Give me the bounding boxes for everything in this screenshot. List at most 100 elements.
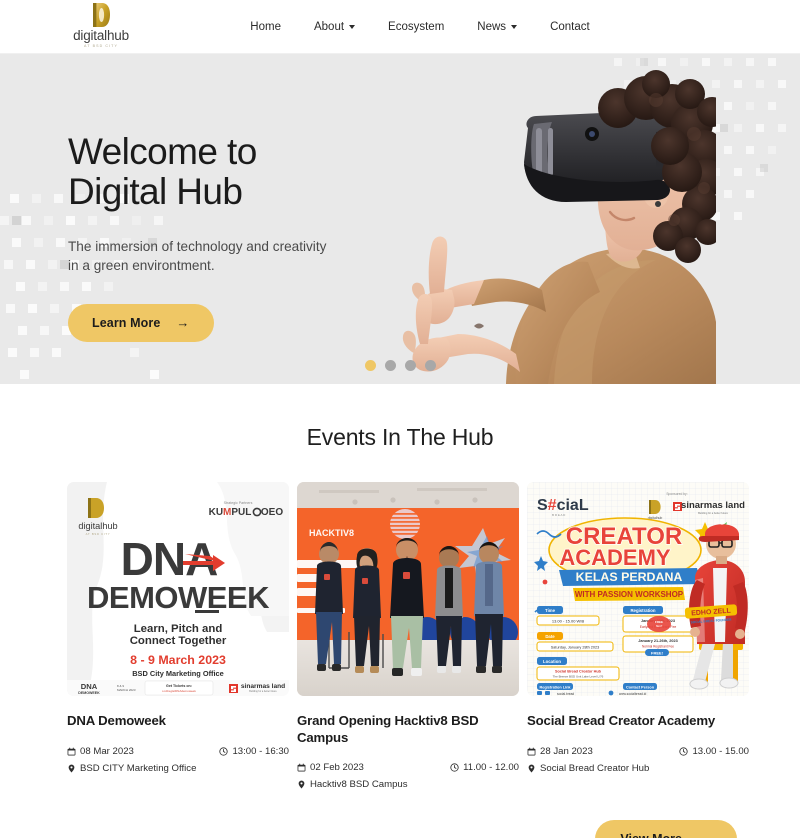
svg-text:Social Bread Creator Hub: Social Bread Creator Hub bbox=[555, 670, 602, 674]
svg-text:DNA: DNA bbox=[81, 682, 98, 691]
dna-demoweek-poster-graphic: digitalhub AT BSD CITY Strategic Partner… bbox=[67, 482, 289, 696]
nav-item-news[interactable]: News bbox=[477, 20, 518, 33]
events-section: Events In The Hub digitalhub AT BSD CITY bbox=[0, 384, 800, 838]
hero-banner: Welcome to Digital Hub The immersion of … bbox=[0, 54, 800, 384]
event-title: Social Bread Creator Academy bbox=[527, 713, 716, 728]
carousel-dot-1[interactable] bbox=[364, 360, 376, 371]
arrow-right-icon: → bbox=[699, 833, 712, 838]
svg-text:social.bread: social.bread bbox=[557, 692, 574, 696]
map-pin-icon bbox=[68, 764, 75, 772]
event-poster[interactable]: S#ciaL B R E A D Sponsored by: digitalhu… bbox=[527, 482, 749, 696]
svg-text:The Breeze BSD Unit Lake Level: The Breeze BSD Unit Lake Level L/76 bbox=[553, 675, 604, 679]
svg-text:Contact Person: Contact Person bbox=[626, 685, 655, 689]
event-location-text: Hacktiv8 BSD Campus bbox=[310, 779, 408, 790]
svg-text:KUMPUL: KUMPUL bbox=[209, 507, 252, 518]
event-date: 28 Jan 2023 bbox=[527, 746, 593, 757]
chevron-down-icon bbox=[349, 24, 356, 29]
event-location: Social Bread Creator Hub bbox=[527, 763, 649, 774]
event-title: Grand Opening Hacktiv8 BSD Campus bbox=[297, 713, 479, 745]
clock-icon bbox=[219, 746, 229, 756]
svg-text:Date: Date bbox=[545, 634, 555, 639]
svg-text:OEO: OEO bbox=[261, 507, 283, 518]
svg-text:sinarmas land: sinarmas land bbox=[681, 500, 745, 511]
svg-text:Time: Time bbox=[545, 608, 556, 613]
carousel-dots bbox=[0, 360, 800, 371]
svg-text:Get Tickets on:: Get Tickets on: bbox=[166, 684, 192, 688]
nav-item-contact[interactable]: Contact bbox=[550, 21, 590, 33]
site-header: digitalhub AT BSD CITY Home About Ecosys… bbox=[0, 0, 800, 54]
hacktiv8-group-photo-graphic: HACKTIV8 bbox=[297, 482, 519, 696]
svg-text:Connect Together: Connect Together bbox=[130, 635, 227, 647]
svg-text:Saturday, January 28th 2023: Saturday, January 28th 2023 bbox=[551, 645, 599, 649]
event-meta: 28 Jan 2023 13.00 - 15.00 bbox=[527, 746, 749, 757]
svg-text:Normal Registrant Fee: Normal Registrant Fee bbox=[642, 644, 674, 648]
event-meta: 08 Mar 2023 13:00 - 16:30 bbox=[67, 746, 289, 757]
svg-text:HACKTIV8: HACKTIV8 bbox=[309, 528, 354, 538]
nav-label: Home bbox=[250, 20, 281, 33]
svg-text:MARCH 2023: MARCH 2023 bbox=[117, 688, 136, 692]
hero-title: Welcome to Digital Hub bbox=[68, 132, 398, 211]
hero-subtitle: The immersion of technology and creativi… bbox=[68, 239, 327, 274]
carousel-dot-4[interactable] bbox=[424, 360, 436, 371]
hero-title-line-1: Welcome to bbox=[68, 131, 257, 172]
svg-text:B R E A D: B R E A D bbox=[552, 513, 566, 517]
svg-text:Building for a better future: Building for a better future bbox=[698, 511, 728, 515]
chevron-down-icon bbox=[511, 24, 518, 29]
svg-text:13.00 - 15.00 WIB: 13.00 - 15.00 WIB bbox=[552, 618, 585, 623]
svg-text:S#ciaL: S#ciaL bbox=[537, 497, 589, 514]
main-navigation: Home About Ecosystem News Contact bbox=[210, 21, 589, 33]
nav-item-home[interactable]: Home bbox=[250, 21, 281, 33]
nav-item-about[interactable]: About bbox=[314, 21, 356, 33]
event-title: DNA Demoweek bbox=[67, 713, 166, 728]
svg-text:sinarmas land: sinarmas land bbox=[241, 683, 285, 690]
calendar-icon bbox=[527, 747, 536, 755]
view-more-button[interactable]: View More → bbox=[595, 820, 737, 838]
event-poster[interactable]: digitalhub AT BSD CITY Strategic Partner… bbox=[67, 482, 289, 696]
clock-icon bbox=[450, 763, 459, 772]
nav-label: News bbox=[477, 20, 507, 33]
map-pin-icon bbox=[528, 764, 535, 772]
creator-academy-poster-graphic: S#ciaL B R E A D Sponsored by: digitalhu… bbox=[527, 482, 749, 696]
carousel-dot-2[interactable] bbox=[384, 360, 396, 371]
event-time-text: 13.00 - 15.00 bbox=[692, 745, 749, 757]
svg-text:BSD City Marketing Office: BSD City Marketing Office bbox=[132, 669, 224, 678]
event-date-text: 02 Feb 2023 bbox=[310, 762, 364, 773]
nav-label: Contact bbox=[550, 20, 590, 33]
events-footer: View More → bbox=[0, 794, 800, 838]
brand-logo[interactable]: digitalhub AT BSD CITY bbox=[62, 2, 140, 48]
svg-text:KELAS PERDANA: KELAS PERDANA bbox=[576, 570, 683, 584]
arrow-right-icon: → bbox=[176, 315, 190, 331]
event-date-text: 08 Mar 2023 bbox=[80, 745, 134, 757]
event-location-text: Social Bread Creator Hub bbox=[540, 762, 650, 774]
view-more-label: View More bbox=[620, 832, 682, 838]
event-card[interactable]: S#ciaL B R E A D Sponsored by: digitalhu… bbox=[527, 482, 749, 778]
learn-more-button[interactable]: Learn More → bbox=[68, 303, 214, 342]
brand-name: digitalhub bbox=[73, 28, 129, 43]
hero-content: Welcome to Digital Hub The immersion of … bbox=[68, 132, 398, 342]
svg-text:digitalhub: digitalhub bbox=[78, 521, 117, 531]
letter-d-logo-icon bbox=[93, 3, 110, 27]
svg-text:FREE: FREE bbox=[655, 620, 663, 624]
svg-text:www.socialbread.id: www.socialbread.id bbox=[619, 692, 647, 696]
event-meta: 02 Feb 2023 11.00 - 12.00 bbox=[297, 762, 519, 773]
nav-item-ecosystem[interactable]: Ecosystem bbox=[388, 21, 444, 33]
event-time: 13.00 - 15.00 bbox=[679, 746, 749, 757]
event-date: 08 Mar 2023 bbox=[67, 746, 134, 757]
event-time: 11.00 - 12.00 bbox=[450, 762, 519, 773]
event-card[interactable]: digitalhub AT BSD CITY Strategic Partner… bbox=[67, 482, 289, 778]
svg-text:AT BSD CITY: AT BSD CITY bbox=[86, 532, 111, 536]
event-date-text: 28 Jan 2023 bbox=[540, 745, 593, 757]
carousel-dot-3[interactable] bbox=[404, 360, 416, 371]
event-date: 02 Feb 2023 bbox=[297, 762, 364, 773]
event-card[interactable]: HACKTIV8 Grand Opening Hacktiv8 BSD Camp… bbox=[297, 482, 519, 794]
event-time-text: 11.00 - 12.00 bbox=[463, 762, 519, 773]
svg-text:January 21-26th, 2023: January 21-26th, 2023 bbox=[638, 639, 677, 643]
svg-text:WITH PASSION WORKSHOP: WITH PASSION WORKSHOP bbox=[575, 590, 684, 599]
svg-text:Location: Location bbox=[543, 659, 561, 664]
event-poster[interactable]: HACKTIV8 bbox=[297, 482, 519, 696]
svg-text:DNA: DNA bbox=[121, 533, 218, 585]
svg-text:Registration Link: Registration Link bbox=[539, 685, 571, 689]
svg-text:SEAT: SEAT bbox=[656, 624, 663, 628]
hero-photo bbox=[402, 70, 716, 384]
event-location-text: BSD CITY Marketing Office bbox=[80, 762, 197, 774]
